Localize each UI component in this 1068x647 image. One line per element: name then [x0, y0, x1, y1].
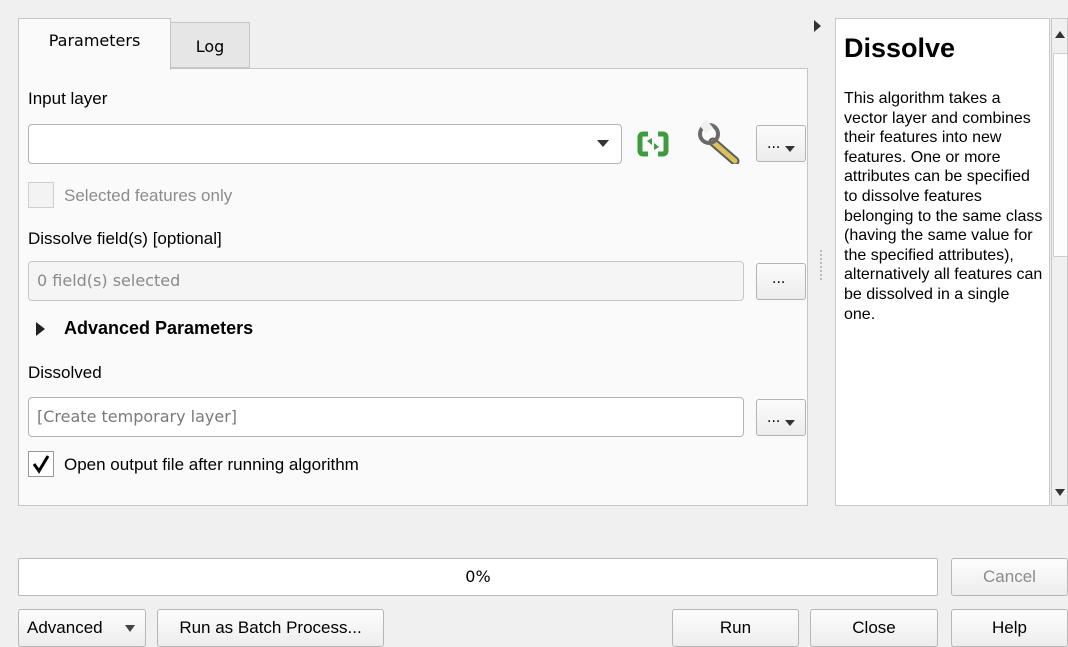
help-scrollbar[interactable]	[1051, 18, 1068, 506]
dissolved-placeholder: [Create temporary layer]	[37, 407, 238, 426]
chevron-down-icon	[125, 625, 135, 632]
dissolved-output-options-button[interactable]: ...	[756, 399, 806, 436]
dissolve-fields-label: Dissolve field(s) [optional]	[28, 229, 222, 248]
triangle-right-icon[interactable]	[36, 321, 46, 336]
scrollbar-thumb[interactable]	[1053, 53, 1068, 257]
open-output-label: Open output file after running algorithm	[64, 455, 359, 474]
input-layer-combo[interactable]	[28, 124, 622, 164]
batch-process-button[interactable]: Run as Batch Process...	[157, 609, 384, 647]
wrench-icon[interactable]	[697, 119, 743, 166]
dissolve-fields-button[interactable]: ...	[756, 263, 806, 300]
help-title: Dissolve	[844, 33, 956, 63]
dissolved-label: Dissolved	[28, 363, 102, 382]
tab-parameters[interactable]: Parameters	[18, 18, 171, 70]
run-button[interactable]: Run	[672, 609, 799, 647]
advanced-parameters-toggle[interactable]: Advanced Parameters	[64, 318, 253, 339]
dots-label: ...	[767, 410, 781, 426]
progress-bar: 0%	[18, 558, 938, 596]
splitter-handle[interactable]	[820, 250, 823, 280]
help-button[interactable]: Help	[951, 609, 1068, 647]
close-button[interactable]: Close	[810, 609, 938, 647]
dissolved-output-input[interactable]: [Create temporary layer]	[28, 397, 744, 437]
open-output-checkbox[interactable]	[28, 451, 54, 477]
checkmark-icon	[32, 455, 50, 474]
input-layer-label: Input layer	[28, 89, 108, 108]
progress-text: 0%	[465, 567, 491, 586]
dots-label: ...	[767, 136, 781, 152]
refresh-icon[interactable]	[637, 130, 669, 158]
input-layer-options-button[interactable]: ...	[756, 125, 806, 162]
scroll-up-icon[interactable]	[1055, 31, 1065, 38]
chevron-down-icon	[597, 140, 609, 147]
help-text: This algorithm takes a vector layer and …	[844, 90, 1043, 323]
dissolve-fields-value: 0 field(s) selected	[37, 271, 181, 290]
advanced-button[interactable]: Advanced	[18, 609, 146, 647]
cancel-button[interactable]: Cancel	[951, 558, 1068, 596]
chevron-down-icon	[785, 146, 795, 152]
collapse-help-icon[interactable]	[813, 18, 823, 32]
selected-only-checkbox[interactable]	[28, 182, 54, 208]
chevron-down-icon	[785, 420, 795, 426]
scroll-down-icon[interactable]	[1055, 489, 1065, 496]
selected-only-label: Selected features only	[64, 186, 233, 205]
dissolve-fields-input[interactable]: 0 field(s) selected	[28, 261, 744, 301]
dots-label: ...	[772, 271, 786, 287]
tab-log[interactable]: Log	[171, 22, 250, 68]
advanced-button-label: Advanced	[27, 618, 103, 637]
help-panel: Dissolve This algorithm takes a vector l…	[835, 18, 1050, 506]
